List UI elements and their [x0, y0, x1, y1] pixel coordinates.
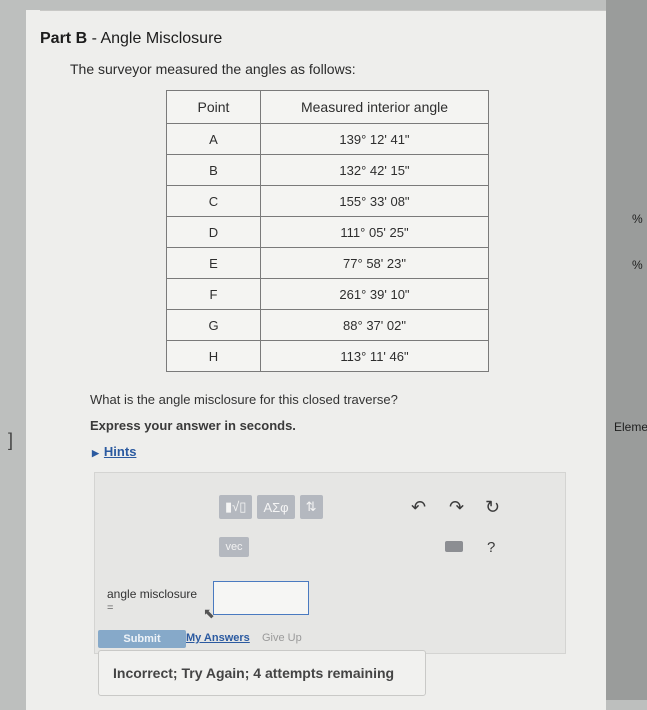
- table-row: C 155° 33' 08": [166, 185, 489, 217]
- elements-label: Eleme: [614, 420, 647, 434]
- right-side-panel: % % Eleme: [606, 0, 647, 700]
- table-row: E 77° 58' 23": [166, 247, 489, 279]
- templates-button[interactable]: ▮√▯: [219, 495, 253, 519]
- mouse-cursor-icon: ⬉: [203, 605, 215, 621]
- angle-cell: 132° 42' 15": [260, 154, 489, 186]
- redo-icon[interactable]: ↷: [449, 497, 464, 518]
- percent-label: %: [632, 212, 643, 226]
- instruction-text: Express your answer in seconds.: [90, 418, 296, 433]
- intro-text: The surveyor measured the angles as foll…: [70, 61, 356, 77]
- part-name: - Angle Misclosure: [87, 30, 223, 47]
- point-cell: A: [166, 123, 261, 155]
- table-header-row: Point Measured interior angle: [166, 90, 489, 124]
- my-answers-link[interactable]: My Answers: [186, 632, 250, 644]
- triangle-right-icon: ▶: [92, 448, 99, 458]
- field-label-text: angle misclosure: [107, 587, 198, 601]
- question-text: What is the angle misclosure for this cl…: [90, 392, 398, 407]
- angles-table: Point Measured interior angle A 139° 12' …: [166, 90, 489, 372]
- reset-icon[interactable]: ↻: [485, 497, 500, 518]
- feedback-message: Incorrect; Try Again; 4 attempts remaini…: [98, 650, 426, 696]
- hints-link[interactable]: ▶ Hints: [92, 444, 136, 459]
- angle-misclosure-input[interactable]: [213, 581, 309, 615]
- angle-cell: 77° 58' 23": [260, 247, 489, 279]
- angle-cell: 155° 33' 08": [260, 185, 489, 217]
- table-row: F 261° 39' 10": [166, 278, 489, 310]
- point-cell: H: [166, 340, 261, 372]
- percent-label: %: [632, 258, 643, 272]
- table-row: G 88° 37' 02": [166, 309, 489, 341]
- angle-cell: 111° 05' 25": [260, 216, 489, 248]
- field-label: angle misclosure =: [107, 587, 197, 615]
- vec-button[interactable]: vec: [219, 537, 249, 557]
- table-row: A 139° 12' 41": [166, 123, 489, 155]
- point-cell: E: [166, 247, 261, 279]
- math-toolbar: ▮√▯ ΑΣφ ⇅: [219, 495, 323, 519]
- column-header: Point: [166, 90, 261, 124]
- angle-cell: 139° 12' 41": [260, 123, 489, 155]
- table-row: B 132° 42' 15": [166, 154, 489, 186]
- point-cell: B: [166, 154, 261, 186]
- bracket-icon: ]: [8, 430, 14, 450]
- answer-area: ▮√▯ ΑΣφ ⇅ ↶ ↷ ↻ vec ? angle misclosure =…: [94, 472, 566, 654]
- undo-icon[interactable]: ↶: [411, 497, 426, 518]
- part-label: Part B: [40, 30, 88, 47]
- hints-label: Hints: [103, 444, 137, 459]
- greek-symbols-button[interactable]: ΑΣφ: [257, 495, 295, 519]
- submit-button[interactable]: Submit: [98, 630, 186, 648]
- angle-cell: 88° 37' 02": [260, 309, 489, 341]
- point-cell: G: [166, 309, 261, 341]
- give-up-link[interactable]: Give Up: [262, 632, 302, 644]
- point-cell: D: [166, 216, 261, 248]
- keyboard-icon[interactable]: [445, 541, 463, 552]
- point-cell: F: [166, 278, 261, 310]
- table-row: D 111° 05' 25": [166, 216, 489, 248]
- divider: [40, 10, 620, 11]
- column-header: Measured interior angle: [260, 90, 489, 124]
- angle-cell: 113° 11' 46": [260, 340, 489, 372]
- arrows-button[interactable]: ⇅: [299, 495, 323, 519]
- equals-sign: =: [107, 602, 114, 614]
- point-cell: C: [166, 185, 261, 217]
- table-row: H 113° 11' 46": [166, 340, 489, 372]
- part-title: Part B - Angle Misclosure: [40, 30, 222, 48]
- angle-cell: 261° 39' 10": [260, 278, 489, 310]
- help-icon[interactable]: ?: [487, 539, 495, 556]
- problem-page: Part B - Angle Misclosure The surveyor m…: [26, 10, 620, 710]
